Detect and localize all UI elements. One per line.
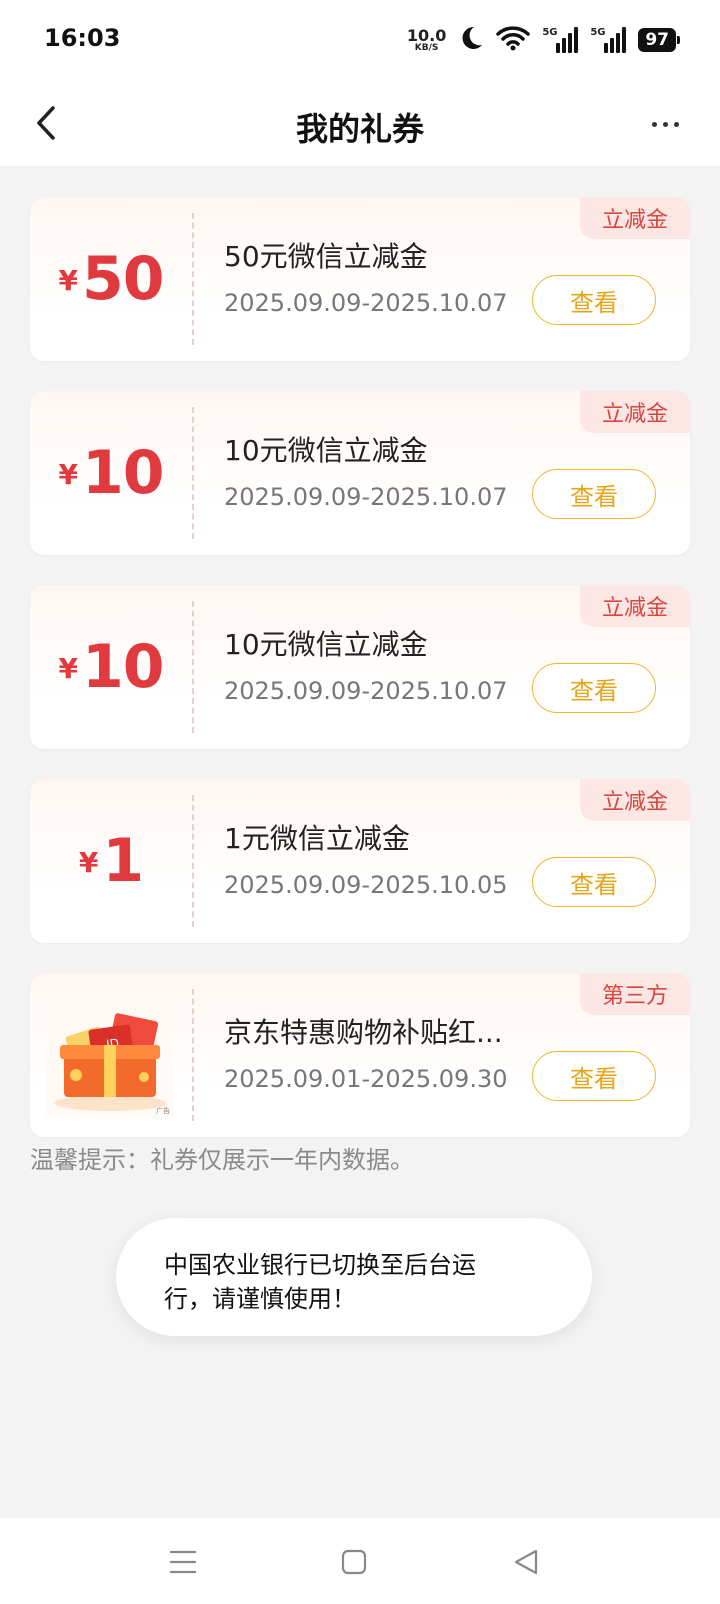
- back-triangle-icon: [514, 1549, 538, 1575]
- moon-icon: [458, 25, 484, 55]
- view-button[interactable]: 查看: [532, 1051, 656, 1101]
- coupon-tag: 立减金: [580, 779, 690, 821]
- coupon-name: 京东特惠购物补贴红...: [224, 1016, 503, 1049]
- yen-symbol: ¥: [78, 845, 99, 879]
- net-speed-unit: KB/S: [414, 42, 439, 53]
- yen-symbol: ¥: [58, 457, 78, 491]
- more-button[interactable]: [640, 104, 690, 144]
- net-speed: 10.0 KB/S: [406, 25, 447, 53]
- coupon-date: 2025.09.01-2025.09.30: [224, 1065, 508, 1093]
- status-bar: 16:03 10.0 KB/S 5G 5G 97: [0, 0, 720, 80]
- yen-symbol: ¥: [58, 651, 78, 685]
- amount-value: 1: [102, 826, 144, 896]
- coupon-card[interactable]: ID 广告 京东特惠购物补贴红... 2025.09.01-2025.09.30…: [30, 973, 690, 1137]
- coupon-tag: 第三方: [580, 973, 690, 1015]
- gift-box-image: ID 广告: [46, 991, 174, 1119]
- coupon-date: 2025.09.09-2025.10.07: [224, 289, 508, 317]
- coupon-amount: ¥ 10: [30, 585, 192, 749]
- dashed-divider: [192, 407, 194, 539]
- view-button[interactable]: 查看: [532, 275, 656, 325]
- view-button[interactable]: 查看: [532, 857, 656, 907]
- coupon-name: 50元微信立减金: [224, 240, 428, 273]
- gift-box-icon: ID: [54, 1013, 166, 1111]
- coupon-amount: ¥ 10: [30, 391, 192, 555]
- back-key[interactable]: [508, 1544, 544, 1580]
- signal-label-1: 5G: [542, 27, 558, 38]
- coupon-tag: 立减金: [580, 197, 690, 239]
- net-speed-value: 10.0: [406, 25, 447, 45]
- coupon-name: 10元微信立减金: [224, 434, 428, 467]
- amount-value: 50: [81, 244, 164, 314]
- coupon-name: 10元微信立减金: [224, 628, 428, 661]
- coupon-list: ¥ 50 50元微信立减金 2025.09.09-2025.10.07 立减金 …: [30, 197, 690, 1167]
- coupon-card[interactable]: ¥ 10 10元微信立减金 2025.09.09-2025.10.07 立减金 …: [30, 585, 690, 749]
- toast-line-2: 行，请谨慎使用！: [164, 1285, 356, 1313]
- coupon-date: 2025.09.09-2025.10.07: [224, 677, 508, 705]
- coupon-date: 2025.09.09-2025.10.07: [224, 483, 508, 511]
- coupon-card[interactable]: ¥ 10 10元微信立减金 2025.09.09-2025.10.07 立减金 …: [30, 391, 690, 555]
- coupon-tag: 立减金: [580, 391, 690, 433]
- battery-icon: 97: [638, 28, 680, 52]
- view-button[interactable]: 查看: [532, 663, 656, 713]
- home-key[interactable]: [336, 1544, 372, 1580]
- signal-icon-2: 5G: [590, 27, 627, 53]
- status-time: 16:03: [44, 24, 121, 52]
- tip-text: 温馨提示：礼券仅展示一年内数据。: [30, 1146, 414, 1174]
- coupon-date: 2025.09.09-2025.10.05: [224, 871, 508, 899]
- amount-value: 10: [81, 632, 164, 702]
- coupon-card[interactable]: ¥ 50 50元微信立减金 2025.09.09-2025.10.07 立减金 …: [30, 197, 690, 361]
- more-dot-icon: [673, 121, 679, 127]
- coupon-amount: ¥ 50: [30, 197, 192, 361]
- yen-symbol: ¥: [58, 263, 78, 297]
- menu-icon: [169, 1550, 197, 1574]
- signal-icon-1: 5G: [542, 27, 579, 53]
- status-icons: 10.0 KB/S 5G 5G 97: [406, 22, 680, 58]
- signal-label-2: 5G: [590, 27, 606, 38]
- dashed-divider: [192, 601, 194, 733]
- home-square-icon: [341, 1549, 367, 1575]
- dashed-divider: [192, 795, 194, 927]
- toast-line-1: 中国农业银行已切换至后台运: [164, 1251, 476, 1279]
- toast-message: 中国农业银行已切换至后台运 行，请谨慎使用！: [116, 1218, 592, 1336]
- amount-value: 10: [81, 438, 164, 508]
- view-button[interactable]: 查看: [532, 469, 656, 519]
- coupon-amount: ¥ 1: [30, 779, 192, 943]
- coupon-name: 1元微信立减金: [224, 822, 410, 855]
- dashed-divider: [192, 989, 194, 1121]
- coupon-card[interactable]: ¥ 1 1元微信立减金 2025.09.09-2025.10.05 立减金 查看: [30, 779, 690, 943]
- more-dot-icon: [662, 121, 668, 127]
- more-dot-icon: [651, 121, 657, 127]
- wifi-icon: [496, 25, 531, 55]
- header: 我的礼券: [0, 80, 720, 166]
- coupon-tag: 立减金: [580, 585, 690, 627]
- menu-key[interactable]: [165, 1544, 201, 1580]
- system-nav-bar: [0, 1518, 720, 1604]
- page-title: 我的礼券: [295, 110, 424, 148]
- dashed-divider: [192, 213, 194, 345]
- ad-label: 广告: [156, 1107, 170, 1115]
